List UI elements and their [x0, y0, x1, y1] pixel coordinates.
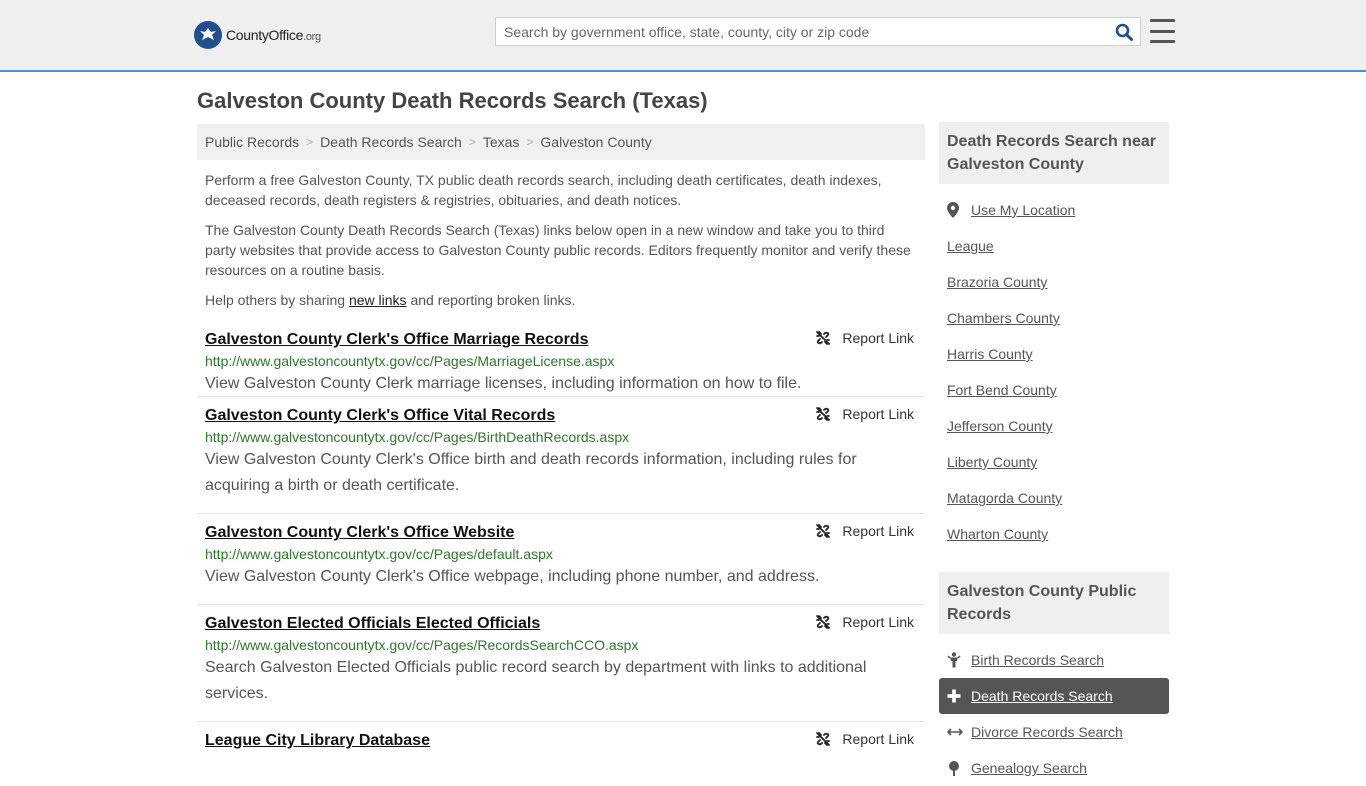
person-icon: [947, 652, 971, 668]
nearby-item: Wharton County: [939, 516, 1169, 552]
nearby-link-wharton-county[interactable]: Wharton County: [947, 526, 1048, 542]
intro-paragraph-2: The Galveston County Death Records Searc…: [205, 222, 911, 278]
result-url: http://www.galvestoncountytx.gov/cc/Page…: [205, 353, 615, 369]
intro-text: Perform a free Galveston County, TX publ…: [197, 170, 925, 310]
report-link-button[interactable]: Report Link: [815, 731, 914, 747]
search-icon: [1115, 23, 1133, 41]
public-records-item: Birth Records Search: [939, 642, 1169, 678]
new-links-link[interactable]: new links: [349, 292, 407, 308]
report-link-button[interactable]: Report Link: [815, 523, 914, 539]
top-bar: CountyOffice.org: [0, 0, 1366, 72]
nearby-link-chambers-county[interactable]: Chambers County: [947, 310, 1060, 326]
public-records-item: Divorce Records Search: [939, 714, 1169, 750]
intro-paragraph-3: Help others by sharing new links and rep…: [205, 292, 576, 308]
hamburger-menu-icon[interactable]: [1150, 19, 1175, 43]
broken-link-icon: [816, 524, 831, 538]
result-title-link[interactable]: Galveston County Clerk's Office Vital Re…: [205, 405, 917, 427]
nearby-link-liberty-county[interactable]: Liberty County: [947, 454, 1037, 470]
logo-text: CountyOffice.org: [226, 27, 321, 43]
death-records-search-link[interactable]: Death Records Search: [971, 688, 1113, 704]
result-title-link[interactable]: League City Library Database: [205, 730, 917, 752]
broken-link-icon: [816, 615, 831, 629]
page-title: Galveston County Death Records Search (T…: [197, 88, 708, 113]
public-records-heading: Galveston County Public Records: [939, 572, 1169, 634]
breadcrumb-separator: >: [526, 135, 534, 149]
breadcrumb-galveston-county[interactable]: Galveston County: [540, 134, 651, 150]
genealogy-search-link[interactable]: Genealogy Search: [971, 760, 1087, 776]
broken-link-icon: [816, 407, 831, 421]
use-my-location-item: Use My Location: [939, 192, 1169, 228]
sidebar: Death Records Search near Galveston Coun…: [939, 122, 1169, 786]
nearby-link-league[interactable]: League: [947, 238, 994, 254]
nearby-item: Liberty County: [939, 444, 1169, 480]
tree-icon: [947, 760, 971, 776]
report-link-button[interactable]: Report Link: [815, 614, 914, 630]
result-url: http://www.galvestoncountytx.gov/cc/Page…: [205, 429, 630, 445]
site-logo[interactable]: CountyOffice.org: [194, 20, 321, 50]
plus-icon: [947, 689, 971, 703]
nearby-item: Jefferson County: [939, 408, 1169, 444]
divorce-records-search-link[interactable]: Divorce Records Search: [971, 724, 1123, 740]
main-content: Public Records > Death Records Search > …: [197, 124, 925, 762]
report-link-button[interactable]: Report Link: [815, 330, 914, 346]
nearby-item: Matagorda County: [939, 480, 1169, 516]
result-description: View Galveston County Clerk's Office bir…: [205, 451, 857, 494]
result-item: Galveston Elected Officials Elected Offi…: [197, 605, 925, 722]
nearby-link-fort-bend-county[interactable]: Fort Bend County: [947, 382, 1057, 398]
result-item: League City Library Database Report Link: [197, 722, 925, 762]
result-title-link[interactable]: Galveston County Clerk's Office Marriage…: [205, 329, 917, 351]
breadcrumb-separator: >: [306, 135, 314, 149]
nearby-item: Chambers County: [939, 300, 1169, 336]
result-title-link[interactable]: Galveston Elected Officials Elected Offi…: [205, 613, 917, 635]
breadcrumb-separator: >: [468, 135, 476, 149]
intro-paragraph-1: Perform a free Galveston County, TX publ…: [205, 172, 882, 208]
search-button[interactable]: [1108, 18, 1140, 45]
use-my-location-link[interactable]: Use My Location: [971, 202, 1075, 218]
birth-records-search-link[interactable]: Birth Records Search: [971, 652, 1104, 668]
result-description: View Galveston County Clerk's Office web…: [205, 568, 820, 585]
search-bar: [495, 17, 1141, 46]
logo-eagle-icon: [194, 21, 222, 49]
report-link-button[interactable]: Report Link: [815, 406, 914, 422]
nearby-item: Fort Bend County: [939, 372, 1169, 408]
nearby-link-matagorda-county[interactable]: Matagorda County: [947, 490, 1062, 506]
breadcrumb-public-records[interactable]: Public Records: [205, 134, 299, 150]
result-description: View Galveston County Clerk marriage lic…: [205, 375, 802, 392]
broken-link-icon: [816, 331, 831, 345]
arrows-horizontal-icon: [947, 727, 971, 737]
nearby-heading: Death Records Search near Galveston Coun…: [939, 122, 1169, 184]
nearby-link-jefferson-county[interactable]: Jefferson County: [947, 418, 1053, 434]
nearby-link-brazoria-county[interactable]: Brazoria County: [947, 274, 1047, 290]
search-input[interactable]: [496, 18, 1108, 45]
public-records-item: Genealogy Search: [939, 750, 1169, 786]
breadcrumb-texas[interactable]: Texas: [483, 134, 520, 150]
nearby-link-harris-county[interactable]: Harris County: [947, 346, 1033, 362]
result-description: Search Galveston Elected Officials publi…: [205, 659, 867, 702]
breadcrumb: Public Records > Death Records Search > …: [197, 124, 925, 160]
result-item: Galveston County Clerk's Office Vital Re…: [197, 397, 925, 514]
result-item: Galveston County Clerk's Office Marriage…: [197, 322, 925, 397]
nearby-item: Harris County: [939, 336, 1169, 372]
public-records-item-active: Death Records Search: [939, 678, 1169, 714]
result-url: http://www.galvestoncountytx.gov/cc/Page…: [205, 546, 553, 562]
result-title-link[interactable]: Galveston County Clerk's Office Website: [205, 522, 917, 544]
breadcrumb-death-records-search[interactable]: Death Records Search: [320, 134, 462, 150]
nearby-item: Brazoria County: [939, 264, 1169, 300]
broken-link-icon: [816, 732, 831, 746]
result-item: Galveston County Clerk's Office Website …: [197, 514, 925, 605]
result-url: http://www.galvestoncountytx.gov/cc/Page…: [205, 637, 639, 653]
location-pin-icon: [947, 202, 971, 218]
nearby-item: League: [939, 228, 1169, 264]
